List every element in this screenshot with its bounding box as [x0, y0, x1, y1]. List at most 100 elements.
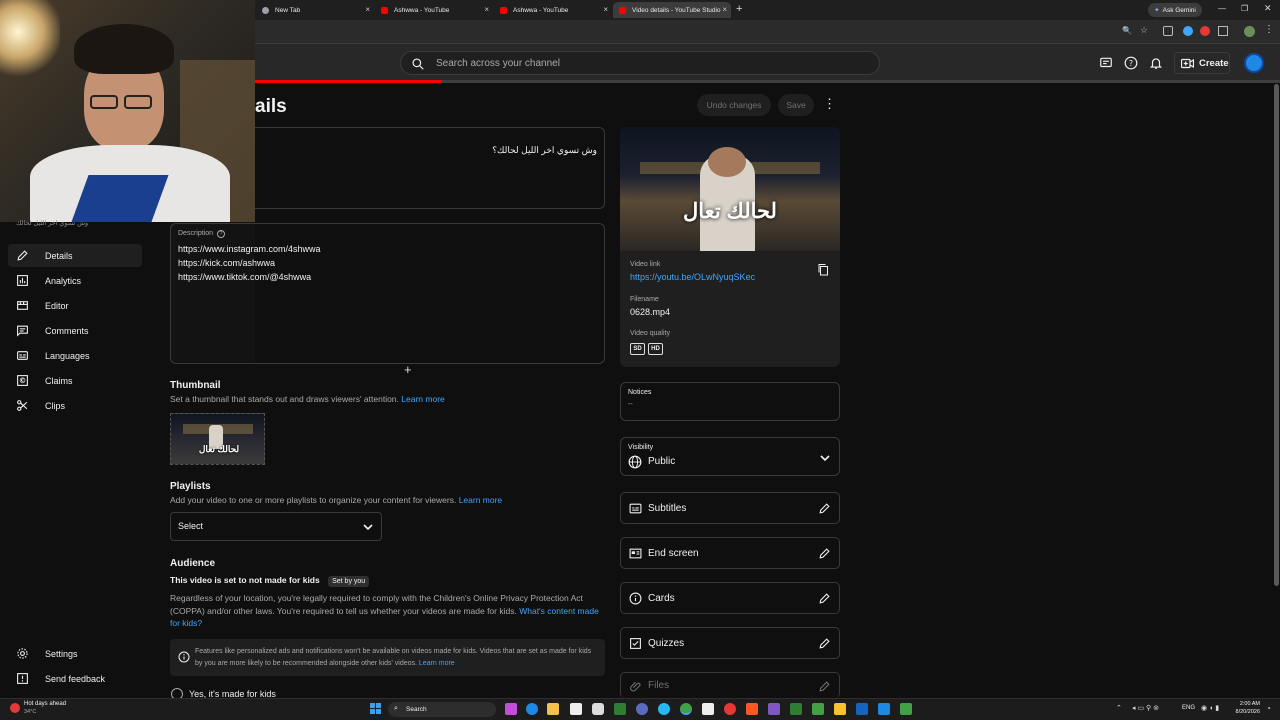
brave-icon[interactable]: [746, 703, 758, 715]
create-video-icon: [1181, 58, 1194, 68]
app-icon[interactable]: [812, 703, 824, 715]
chrome-icon[interactable]: [680, 703, 692, 715]
close-tab-icon[interactable]: ×: [603, 5, 608, 14]
create-button[interactable]: Create: [1174, 52, 1230, 74]
input-language[interactable]: ENG: [1182, 705, 1195, 711]
app-icon[interactable]: [702, 703, 714, 715]
app-icon[interactable]: [592, 703, 604, 715]
edit-pencil-icon[interactable]: [818, 637, 831, 650]
new-tab-plus-icon[interactable]: +: [736, 3, 742, 15]
app-icon[interactable]: [724, 703, 736, 715]
sidebar-item-details[interactable]: Details: [8, 244, 142, 267]
puzzle-icon[interactable]: [1218, 26, 1228, 36]
extension-icon[interactable]: [1200, 26, 1210, 36]
info-icon: [178, 651, 190, 663]
tray-icons[interactable]: ◂ ▭ ⚲ ⊚: [1132, 704, 1159, 712]
network-volume-icons[interactable]: ◉ ◖ ▮: [1201, 704, 1219, 712]
tray-chevron-icon[interactable]: ⌃: [1116, 704, 1122, 712]
feedback-icon[interactable]: [1099, 56, 1113, 70]
close-tab-icon[interactable]: ×: [365, 5, 370, 14]
tab-ashwwa-2[interactable]: Ashwwa - YouTube ×: [494, 2, 612, 18]
save-button[interactable]: Save: [778, 94, 814, 116]
notes-icon[interactable]: [570, 703, 582, 715]
help-icon[interactable]: ?: [1124, 56, 1138, 70]
app-icon[interactable]: [614, 703, 626, 715]
folder-icon[interactable]: [547, 703, 559, 715]
restore-icon[interactable]: ❐: [1241, 4, 1248, 13]
sidebar-item-comments[interactable]: Comments: [8, 319, 142, 342]
page-scrollbar[interactable]: [1274, 84, 1279, 586]
thumbnail-learn-more-link[interactable]: Learn more: [401, 394, 444, 404]
browser-menu-icon[interactable]: ⋮: [1264, 24, 1274, 35]
visibility-select[interactable]: Visibility Public: [620, 437, 840, 476]
audience-status-row: This video is set to not made for kids S…: [170, 575, 370, 587]
tab-new-tab[interactable]: New Tab ×: [256, 2, 374, 18]
quizzes-row[interactable]: Quizzes: [620, 627, 840, 659]
playlists-learn-more-link[interactable]: Learn more: [459, 495, 502, 505]
more-options-icon[interactable]: ⋮: [823, 96, 836, 112]
close-tab-icon[interactable]: ×: [484, 5, 489, 14]
taskbar-search[interactable]: ⌕ Search: [388, 702, 496, 717]
gemini-icon: ✦: [1154, 7, 1160, 14]
app-icon[interactable]: [505, 703, 517, 715]
sidebar-item-claims[interactable]: © Claims: [8, 369, 142, 392]
notification-bell-icon[interactable]: ◔: [1266, 704, 1271, 713]
close-tab-icon[interactable]: ×: [722, 5, 727, 14]
copy-icon[interactable]: [817, 263, 829, 276]
help-circle-icon[interactable]: ?: [216, 230, 225, 238]
clock-time[interactable]: 2:00 AM: [1232, 701, 1260, 707]
minimize-icon[interactable]: —: [1218, 4, 1226, 13]
clock-date[interactable]: 8/20/2026: [1228, 709, 1260, 715]
sidebar-settings[interactable]: Settings: [8, 642, 142, 665]
sidebar-send-feedback[interactable]: Send feedback: [8, 667, 142, 690]
channel-search-input[interactable]: Search across your channel: [400, 51, 880, 75]
sidebar-item-editor[interactable]: Editor: [8, 294, 142, 317]
app-icon[interactable]: [878, 703, 890, 715]
preview-face: [708, 147, 746, 177]
chevron-down-icon: [363, 524, 373, 531]
telegram-icon[interactable]: [658, 703, 670, 715]
close-window-icon[interactable]: ✕: [1264, 3, 1272, 14]
profile-avatar[interactable]: [1244, 26, 1255, 37]
subtitles-row[interactable]: Subtitles: [620, 492, 840, 524]
end-screen-label: End screen: [648, 547, 699, 559]
video-link[interactable]: https://youtu.be/OLwNyuqSKec: [630, 272, 755, 282]
kids-notice-learn-more[interactable]: Learn more: [419, 660, 455, 667]
app-icon[interactable]: [900, 703, 912, 715]
audience-body: Regardless of your location, you're lega…: [170, 592, 600, 630]
cards-row[interactable]: Cards: [620, 582, 840, 614]
zoom-icon[interactable]: 🔍: [1122, 26, 1132, 35]
extension-icon[interactable]: [1163, 26, 1173, 36]
edit-pencil-icon[interactable]: [818, 680, 831, 693]
app-icon[interactable]: [768, 703, 780, 715]
discord-icon[interactable]: [636, 703, 648, 715]
undo-changes-button[interactable]: Undo changes: [697, 94, 771, 116]
title-field[interactable]: وش تسوي اخر الليل لحالك؟: [255, 127, 605, 209]
excel-icon[interactable]: [790, 703, 802, 715]
edit-pencil-icon[interactable]: [818, 547, 831, 560]
description-field[interactable]: Description ? https://www.instagram.com/…: [170, 223, 605, 364]
windows-start-icon[interactable]: [370, 703, 381, 714]
app-icon[interactable]: [834, 703, 846, 715]
ask-gemini-button[interactable]: ✦ Ask Gemini: [1148, 3, 1202, 17]
files-row[interactable]: Files: [620, 672, 840, 698]
visibility-label: Visibility: [628, 444, 654, 451]
tab-ashwwa-1[interactable]: Ashwwa - YouTube ×: [375, 2, 493, 18]
edit-pencil-icon[interactable]: [818, 592, 831, 605]
edit-pencil-icon[interactable]: [818, 502, 831, 515]
sidebar-item-clips[interactable]: Clips: [8, 394, 142, 417]
bookmark-star-icon[interactable]: ☆: [1140, 25, 1148, 36]
thumbnail-heading: Thumbnail: [170, 380, 221, 391]
bell-icon[interactable]: [1149, 56, 1163, 70]
extension-icon[interactable]: [1183, 26, 1193, 36]
playlist-select[interactable]: Select: [170, 512, 382, 541]
end-screen-row[interactable]: End screen: [620, 537, 840, 569]
edge-icon[interactable]: [526, 703, 538, 715]
steam-icon[interactable]: [856, 703, 868, 715]
sidebar-item-analytics[interactable]: Analytics: [8, 269, 142, 292]
channel-avatar[interactable]: [1244, 53, 1264, 73]
sidebar-item-languages[interactable]: Languages: [8, 344, 142, 367]
tab-video-details[interactable]: Video details - YouTube Studio ×: [613, 2, 731, 18]
video-player[interactable]: لحالك تعال: [620, 127, 840, 251]
thumbnail-option[interactable]: لحالك تعال: [170, 413, 265, 465]
